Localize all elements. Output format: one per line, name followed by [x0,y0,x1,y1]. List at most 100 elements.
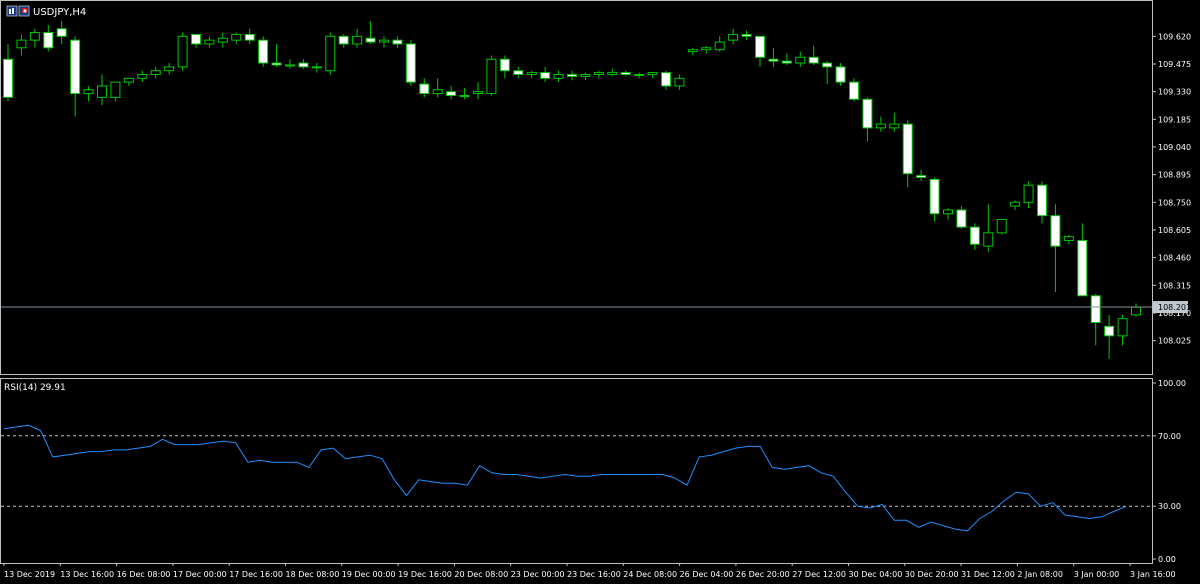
candle [862,97,873,142]
candle-body [969,226,980,245]
candle-body [593,72,604,75]
price-tick-label: 108.895 [1158,171,1191,180]
candle-body [795,56,806,64]
candle-body [1063,236,1074,241]
price-tick-label: 108.025 [1158,337,1191,346]
rsi-line [3,424,1127,532]
candle [446,85,457,100]
candle-body [741,33,752,37]
time-tick-label: 24 Dec 08:00 [623,570,677,579]
candle [808,45,819,65]
candle-body [1050,215,1061,247]
candle [499,55,510,79]
chart-area: USDJPY,H4 109.620109.475109.330109.18510… [0,0,1191,579]
rsi-tick-label: 0.00 [1158,555,1176,564]
candle [755,35,765,67]
candle-body [191,33,201,45]
candle [701,45,712,54]
time-tick-label: 23 Dec 00:00 [511,570,565,579]
candle-body [540,72,551,79]
candle-body [298,62,309,68]
candle [298,59,309,69]
candle-body [929,178,940,215]
candle [956,206,967,230]
candle [29,28,40,48]
time-tick-label: 31 Dec 12:00 [961,570,1015,579]
candle-body [956,209,967,228]
time-tick-label: 18 Dec 08:00 [286,570,340,579]
candle [258,36,269,67]
candle [1037,181,1047,224]
candle-body [1090,295,1101,323]
candle [137,70,148,83]
candle [191,33,201,48]
candle-body [661,72,671,87]
symbol-flag-icon [18,5,30,17]
symbol-title: USDJPY,H4 [33,7,86,18]
price-tick-label: 108.750 [1158,198,1191,207]
price-tick-label: 108.460 [1158,254,1191,263]
candle-body [392,39,403,45]
candle [835,63,846,86]
candle [217,32,228,48]
candle [795,51,806,67]
candle [285,59,295,69]
candle [70,36,81,117]
price-tick-label: 108.315 [1158,281,1191,290]
chart-window-icon[interactable] [6,5,18,17]
candle-body [83,89,94,95]
candle [526,70,537,79]
candle [83,85,94,102]
candle-body [473,91,483,95]
candle [123,77,134,86]
price-tick-label: 109.330 [1158,88,1191,97]
candle [607,68,618,77]
candle-body [16,39,27,49]
candle [110,81,121,102]
candle-body [365,37,376,43]
candle-body [674,77,685,87]
candle [3,43,13,102]
candle [768,47,779,67]
candle-body [244,33,255,41]
candle-body [513,70,524,75]
candle-body [1023,184,1034,203]
candle-body [607,72,618,75]
candle [405,40,416,86]
candle [473,82,483,100]
candle-body [808,56,819,64]
candle-body [419,83,430,95]
candle [419,78,430,98]
candle [1023,181,1034,209]
time-tick-label: 17 Dec 16:00 [229,570,283,579]
candle-body [459,94,470,97]
candle [849,78,859,102]
candle [164,63,175,75]
candle-body [3,58,13,98]
candle [593,70,604,79]
candle [943,208,953,220]
current-price-label: 108.201 [1158,303,1191,312]
candle [97,74,107,106]
time-tick-label: 17 Dec 00:00 [173,570,227,579]
candle-body [875,123,886,129]
candle-body [647,72,658,75]
candle-body [1010,201,1021,207]
candle-body [97,85,107,98]
price-tick-label: 109.620 [1158,32,1191,41]
time-tick-label: 27 Dec 12:00 [792,570,846,579]
price-tick-label: 109.475 [1158,60,1191,69]
candle-body [567,73,577,77]
candle [244,28,255,44]
candle [687,47,698,56]
candle-body [526,72,537,75]
time-tick-label: 26 Dec 20:00 [736,570,790,579]
candle-body [29,32,40,41]
candle [969,223,980,250]
candle-body [56,28,67,37]
candle [56,21,67,44]
candle-body [943,209,953,215]
rsi-tick-label: 100.00 [1158,379,1186,388]
time-tick-label: 3 Jan 16:00 [1130,570,1176,579]
candle [1131,303,1141,317]
